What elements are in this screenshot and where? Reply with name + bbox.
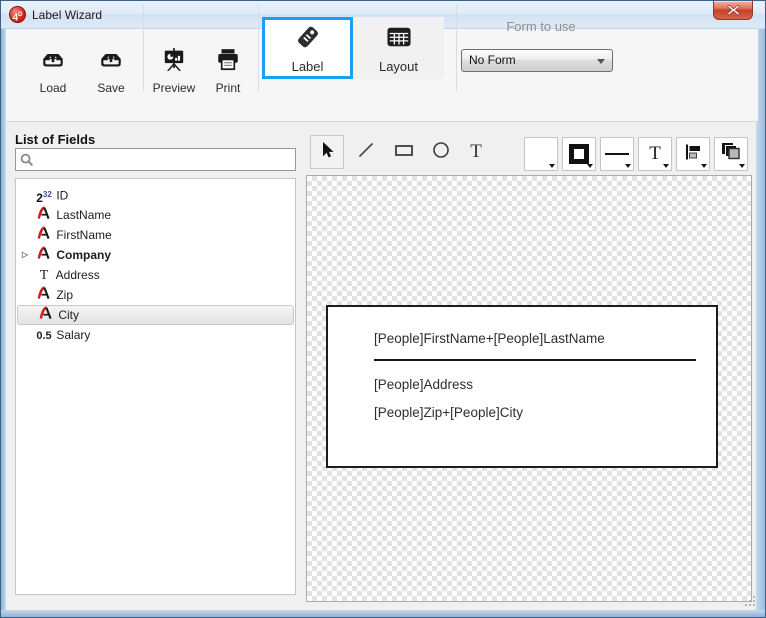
print-icon bbox=[215, 47, 241, 78]
border-style-button[interactable] bbox=[562, 137, 596, 171]
tab-layout-text: Layout bbox=[379, 59, 418, 74]
chevron-down-icon bbox=[701, 164, 707, 168]
layout-grid-icon bbox=[384, 22, 414, 57]
text-tool-icon: T bbox=[470, 141, 482, 163]
field-row-lastname[interactable]: LastName bbox=[16, 205, 295, 225]
close-button[interactable] bbox=[713, 1, 753, 20]
fields-panel-title: List of Fields bbox=[15, 132, 95, 147]
tab-layout[interactable]: Layout bbox=[353, 17, 444, 79]
label-layout-tabs: Label Layout bbox=[262, 17, 444, 79]
label-separator-line[interactable] bbox=[374, 359, 696, 361]
window-title: Label Wizard bbox=[32, 8, 102, 22]
resize-grip[interactable] bbox=[743, 594, 757, 613]
arrange-layers-button[interactable] bbox=[714, 137, 748, 171]
text-field-icon: T bbox=[35, 266, 53, 286]
chevron-down-icon bbox=[663, 164, 669, 168]
real-field-icon: 0.5 bbox=[35, 326, 53, 346]
tab-label[interactable]: Label bbox=[262, 17, 353, 79]
chevron-down-icon bbox=[587, 164, 593, 168]
label-tag-icon bbox=[293, 22, 323, 57]
save-button[interactable]: Save bbox=[87, 47, 135, 95]
field-row-salary[interactable]: 0.5 Salary bbox=[16, 325, 295, 345]
field-row-company[interactable]: ▷ Company bbox=[16, 245, 295, 265]
chevron-down-icon bbox=[549, 164, 555, 168]
save-icon bbox=[98, 47, 124, 78]
field-row-address[interactable]: T Address bbox=[16, 265, 295, 285]
preview-label: Preview bbox=[153, 81, 196, 95]
align-left-icon bbox=[683, 142, 703, 167]
tool-text[interactable]: T bbox=[459, 135, 493, 169]
toolbar-separator bbox=[143, 5, 144, 91]
chevron-down-icon bbox=[597, 59, 605, 64]
label-preview-box[interactable]: [People]FirstName+[People]LastName [Peop… bbox=[326, 305, 718, 468]
search-input[interactable] bbox=[38, 150, 293, 169]
field-list[interactable]: 232 ID LastName FirstName ▷ Company T Ad… bbox=[15, 178, 296, 595]
field-row-id[interactable]: 232 ID bbox=[16, 185, 295, 205]
preview-button[interactable]: Preview bbox=[147, 47, 201, 95]
tool-oval[interactable] bbox=[424, 135, 458, 169]
4d-app-icon: 4D bbox=[9, 6, 26, 23]
tool-select[interactable] bbox=[310, 135, 344, 169]
load-button[interactable]: Load bbox=[29, 47, 77, 95]
field-search-box[interactable] bbox=[15, 148, 296, 171]
field-label: FirstName bbox=[56, 228, 111, 242]
chevron-down-icon bbox=[739, 164, 745, 168]
load-icon bbox=[40, 47, 66, 78]
label-field-zipcity[interactable]: [People]Zip+[People]City bbox=[374, 405, 523, 420]
oval-tool-icon bbox=[432, 141, 450, 164]
alpha-field-icon bbox=[35, 246, 53, 266]
print-button[interactable]: Print bbox=[205, 47, 251, 95]
form-select-value: No Form bbox=[469, 53, 516, 67]
field-row-zip[interactable]: Zip bbox=[16, 285, 295, 305]
field-label: LastName bbox=[56, 208, 111, 222]
alignment-button[interactable] bbox=[676, 137, 710, 171]
field-row-city[interactable]: City bbox=[17, 305, 294, 325]
label-field-fullname[interactable]: [People]FirstName+[People]LastName bbox=[374, 331, 605, 346]
cursor-arrow-icon bbox=[318, 141, 336, 164]
line-width-icon bbox=[605, 153, 629, 155]
alpha-field-icon bbox=[35, 286, 53, 306]
field-label: Company bbox=[56, 248, 111, 262]
line-tool-icon bbox=[357, 141, 375, 164]
expand-arrow-icon[interactable]: ▷ bbox=[22, 245, 28, 265]
tool-rectangle[interactable] bbox=[387, 135, 421, 169]
field-label: Zip bbox=[56, 288, 73, 302]
line-width-button[interactable] bbox=[600, 137, 634, 171]
preview-icon bbox=[161, 47, 187, 78]
field-label: City bbox=[58, 308, 79, 322]
field-label: Salary bbox=[56, 328, 90, 342]
label-field-address[interactable]: [People]Address bbox=[374, 377, 473, 392]
tab-label-text: Label bbox=[292, 59, 324, 74]
chevron-down-icon bbox=[625, 164, 631, 168]
alpha-field-icon bbox=[37, 306, 55, 325]
print-label: Print bbox=[216, 81, 241, 95]
window-frame-bottom bbox=[1, 610, 765, 617]
fill-color-button[interactable] bbox=[524, 137, 558, 171]
toolbar-separator bbox=[258, 5, 259, 91]
alpha-field-icon bbox=[35, 226, 53, 246]
font-style-icon: T bbox=[649, 143, 661, 165]
load-label: Load bbox=[40, 81, 67, 95]
alpha-field-icon bbox=[35, 206, 53, 226]
tool-line[interactable] bbox=[349, 135, 383, 169]
field-label: ID bbox=[56, 189, 68, 203]
label-wizard-window: 4D Label Wizard Load Save Preview bbox=[0, 0, 766, 618]
save-label: Save bbox=[97, 81, 124, 95]
border-style-icon bbox=[569, 144, 589, 164]
field-row-firstname[interactable]: FirstName bbox=[16, 225, 295, 245]
field-label: Address bbox=[56, 268, 100, 282]
font-style-button[interactable]: T bbox=[638, 137, 672, 171]
toolbar-separator bbox=[456, 5, 457, 91]
form-to-use-label: Form to use bbox=[461, 19, 621, 34]
rectangle-tool-icon bbox=[394, 141, 414, 164]
form-select-dropdown[interactable]: No Form bbox=[461, 49, 613, 72]
